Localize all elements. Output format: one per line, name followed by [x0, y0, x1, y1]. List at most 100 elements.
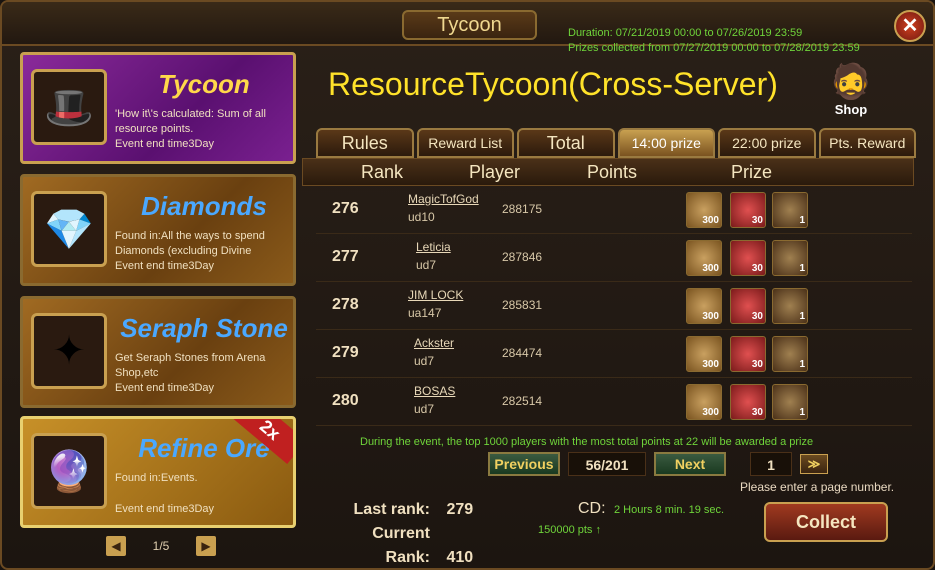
tycoon-portrait-icon: 🎩 [31, 69, 107, 145]
sidebar-card-tycoon[interactable]: 🎩 Tycoon 'How it\'s calculated: Sum of a… [20, 52, 296, 164]
points-cell: 285831 [502, 298, 543, 312]
points-cell: 287846 [502, 250, 543, 264]
treasure-chest-icon[interactable]: 1 [772, 384, 808, 420]
player-server: ud10 [408, 210, 435, 224]
seraph-stone-icon[interactable]: 30 [730, 192, 766, 228]
rank-cell: 276 [332, 200, 359, 217]
sidebar-card-seraph-stone[interactable]: ✦ Seraph Stone Get Seraph Stones from Ar… [20, 296, 296, 408]
page-title: ResourceTycoon(Cross-Server) [328, 66, 778, 102]
points-cell: 282514 [502, 394, 543, 408]
shop-button[interactable]: 🧔 Shop [822, 62, 880, 128]
card-desc: 'How it\'s calculated: Sum of all resour… [115, 107, 293, 152]
page-number-input[interactable]: 1 [750, 452, 792, 476]
seraph-stone-icon[interactable]: 30 [730, 336, 766, 372]
player-server: ua147 [408, 306, 442, 320]
gold-scroll-icon[interactable]: 300 [686, 192, 722, 228]
seraph-stone-icon: ✦ [31, 313, 107, 389]
gold-scroll-icon[interactable]: 300 [686, 336, 722, 372]
card-end-text: Event end time3Day [115, 503, 215, 515]
event-notice: During the event, the top 1000 players w… [360, 436, 814, 448]
diamond-icon: 💎 [31, 191, 107, 267]
player-server: ud7 [414, 354, 435, 368]
seraph-stone-icon[interactable]: 30 [730, 384, 766, 420]
player-server: ud7 [414, 402, 435, 416]
rank-cell: 278 [332, 296, 359, 313]
last-rank-row: Last rank: 279 [328, 498, 474, 522]
column-player: Player [469, 161, 521, 182]
tab-14-prize[interactable]: 14:00 prize [617, 128, 715, 158]
column-points: Points [587, 161, 638, 182]
last-rank-value: 279 [446, 501, 474, 518]
card-desc: Found in:All the ways to spend Diamonds … [115, 229, 293, 274]
card-name: Diamonds [141, 191, 267, 221]
card-desc-text: 'How it\'s calculated: Sum of all resour… [115, 108, 266, 135]
page-indicator: 56/201 [568, 452, 646, 476]
sidebar-page-text: 1/5 [152, 539, 170, 553]
rank-stats: Last rank: 279 Current Rank: 410 [328, 498, 474, 568]
player-server: ud7 [416, 258, 437, 272]
points-cell: 288175 [502, 202, 543, 216]
treasure-chest-icon[interactable]: 1 [772, 288, 808, 324]
sidebar-card-diamonds[interactable]: 💎 Diamonds Found in:All the ways to spen… [20, 174, 296, 286]
rank-cell: 277 [332, 248, 359, 265]
current-rank-row: Current Rank: 410 [328, 522, 473, 568]
page-hint: Please enter a page number. [740, 480, 895, 494]
card-desc-text: Get Seraph Stones from Arena Shop,etc [115, 352, 266, 379]
rank-cell: 280 [332, 392, 359, 409]
tab-total[interactable]: Total [517, 128, 615, 158]
rank-cell: 279 [332, 344, 359, 361]
card-desc-text: Found in:Events. [115, 472, 198, 484]
close-icon[interactable]: ✕ [894, 10, 926, 42]
treasure-chest-icon[interactable]: 1 [772, 240, 808, 276]
go-page-button[interactable]: ≫ [800, 454, 828, 474]
player-name-link[interactable]: MagicTofGod [408, 192, 479, 206]
seraph-stone-icon[interactable]: 30 [730, 240, 766, 276]
card-desc: Found in:Events. Event end time3Day [115, 471, 293, 517]
ranking-table: 276 MagicTofGod ud10 288175 300 30 1 277… [316, 186, 912, 426]
card-name: Tycoon [158, 69, 250, 99]
sidebar-card-refine-ore[interactable]: 🔮 Refine Ore Found in:Events. Event end … [20, 416, 296, 528]
title-bar: Tycoon Duration: 07/21/2019 00:00 to 07/… [2, 2, 933, 54]
ranking-pager: Previous 56/201 Next 1 ≫ [488, 452, 888, 476]
duration-text: Duration: 07/21/2019 00:00 to 07/26/2019… [568, 27, 803, 39]
main-panel: ResourceTycoon(Cross-Server) 🧔 Shop Rule… [302, 52, 922, 566]
cd-value: 2 Hours 8 min. 19 sec. [614, 504, 725, 516]
previous-button[interactable]: Previous [488, 452, 560, 476]
card-end-text: Event end time3Day [115, 260, 215, 272]
player-name-link[interactable]: BOSAS [414, 384, 455, 398]
treasure-chest-icon[interactable]: 1 [772, 192, 808, 228]
tab-pts-reward[interactable]: Pts. Reward [818, 128, 916, 158]
card-end-text: Event end time3Day [115, 138, 215, 150]
table-row: 276 MagicTofGod ud10 288175 300 30 1 [316, 186, 912, 234]
current-rank-label: Current Rank: [372, 525, 430, 566]
player-name-link[interactable]: JIM LOCK [408, 288, 463, 302]
treasure-chest-icon[interactable]: 1 [772, 336, 808, 372]
table-row: 278 JIM LOCK ua147 285831 300 30 1 [316, 282, 912, 330]
seraph-stone-icon[interactable]: 30 [730, 288, 766, 324]
sidebar-next-button[interactable]: ▶ [196, 536, 216, 556]
points-cell: 284474 [502, 346, 543, 360]
shop-label: Shop [834, 102, 868, 117]
column-rank: Rank [361, 161, 404, 182]
tycoon-window: Tycoon Duration: 07/21/2019 00:00 to 07/… [0, 0, 935, 570]
gold-scroll-icon[interactable]: 300 [686, 240, 722, 276]
tab-bar: Rules Reward List Total 14:00 prize 22:0… [316, 128, 916, 158]
tab-22-prize[interactable]: 22:00 prize [718, 128, 816, 158]
tab-rules[interactable]: Rules [316, 128, 414, 158]
last-rank-label: Last rank: [353, 501, 430, 518]
card-desc: Get Seraph Stones from Arena Shop,etc Ev… [115, 351, 293, 396]
sidebar-pager: ◀ 1/5 ▶ [106, 536, 216, 556]
event-sidebar: 🎩 Tycoon 'How it\'s calculated: Sum of a… [14, 52, 299, 556]
table-row: 279 Ackster ud7 284474 300 30 1 [316, 330, 912, 378]
tab-reward-list[interactable]: Reward List [416, 128, 514, 158]
next-button[interactable]: Next [654, 452, 726, 476]
gold-scroll-icon[interactable]: 300 [686, 384, 722, 420]
collect-button[interactable]: Collect [764, 502, 888, 542]
points-value: 150000 pts ↑ [538, 524, 601, 536]
gold-scroll-icon[interactable]: 300 [686, 288, 722, 324]
card-name: Seraph Stone [120, 313, 288, 343]
sidebar-prev-button[interactable]: ◀ [106, 536, 126, 556]
player-name-link[interactable]: Ackster [414, 336, 454, 350]
refine-ore-icon: 🔮 [31, 433, 107, 509]
player-name-link[interactable]: Leticia [416, 240, 451, 254]
